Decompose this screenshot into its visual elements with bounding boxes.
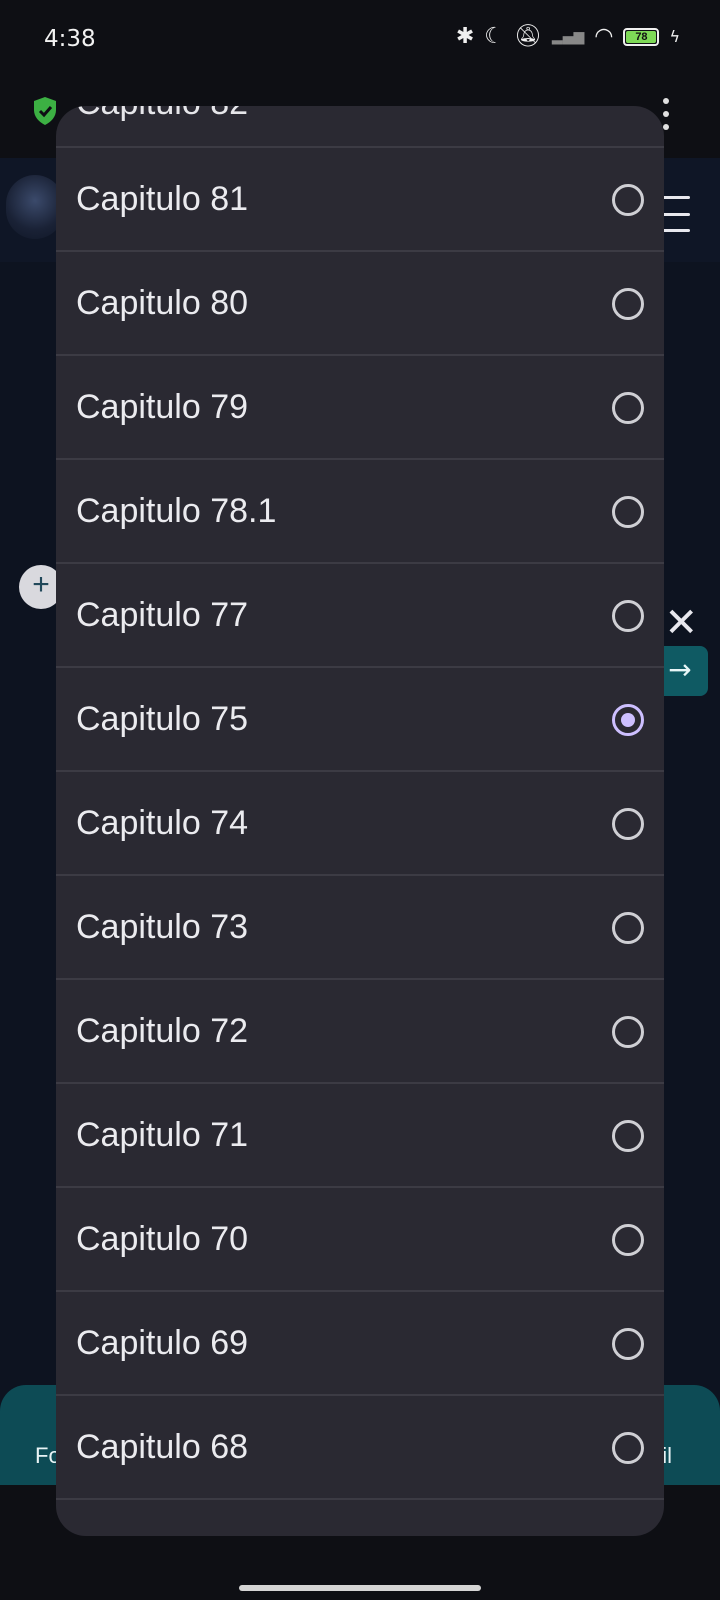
- close-icon[interactable]: ✕: [664, 600, 698, 646]
- home-indicator[interactable]: [239, 1585, 481, 1591]
- chapter-label: Capitulo 75: [76, 699, 249, 738]
- radio-selected-icon[interactable]: [612, 704, 644, 736]
- radio-icon[interactable]: [612, 1432, 644, 1464]
- chapter-select-dialog: Capitulo 82 Capitulo 81Capitulo 80Capitu…: [56, 106, 664, 1536]
- status-icons: ✱ ☾ 🔕︎ ▂▄▆ ◠ 78 ϟ: [456, 26, 680, 48]
- chapter-label: Capitulo 72: [76, 1011, 249, 1050]
- chapter-option[interactable]: Capitulo 78.1: [56, 460, 664, 564]
- chapter-label: Capitulo 71: [76, 1115, 249, 1154]
- chapter-option[interactable]: Capitulo 72: [56, 980, 664, 1084]
- battery-icon: 78: [623, 28, 660, 46]
- wifi-icon: ◠: [594, 24, 614, 49]
- radio-icon[interactable]: [612, 184, 644, 216]
- silent-icon: 🔕︎: [513, 24, 542, 49]
- chapter-option[interactable]: Capitulo 70: [56, 1188, 664, 1292]
- chapter-item-partial[interactable]: Capitulo 82: [76, 106, 248, 123]
- chapter-option[interactable]: Capitulo 75: [56, 668, 664, 772]
- radio-icon[interactable]: [612, 912, 644, 944]
- chapter-option[interactable]: Capitulo 73: [56, 876, 664, 980]
- radio-icon[interactable]: [612, 496, 644, 528]
- radio-icon[interactable]: [612, 1224, 644, 1256]
- chapter-label: Capitulo 80: [76, 283, 249, 322]
- chapter-option[interactable]: Capitulo 71: [56, 1084, 664, 1188]
- chapter-label: Capitulo 77: [76, 595, 249, 634]
- status-bar: 4:38 ✱ ☾ 🔕︎ ▂▄▆ ◠ 78 ϟ: [0, 0, 720, 78]
- signal-icon: ▂▄▆: [551, 29, 585, 45]
- chapter-label: Capitulo 69: [76, 1323, 249, 1362]
- bluetooth-icon: ✱: [455, 24, 475, 49]
- chapter-option[interactable]: Capitulo 80: [56, 252, 664, 356]
- battery-level: 78: [626, 31, 657, 43]
- browser-menu-icon[interactable]: [662, 98, 670, 130]
- radio-icon[interactable]: [612, 1016, 644, 1048]
- status-time: 4:38: [44, 26, 96, 52]
- radio-icon[interactable]: [612, 288, 644, 320]
- chapter-option[interactable]: Capitulo 68: [56, 1396, 664, 1500]
- screen: 4:38 ✱ ☾ 🔕︎ ▂▄▆ ◠ 78 ϟ + ✕ → Fo rfil: [0, 0, 720, 1600]
- chapter-option[interactable]: Capitulo 77: [56, 564, 664, 668]
- shield-icon: [34, 97, 56, 125]
- chapter-label: Capitulo 70: [76, 1219, 249, 1258]
- radio-icon[interactable]: [612, 1328, 644, 1360]
- radio-icon[interactable]: [612, 600, 644, 632]
- chapter-option[interactable]: Capitulo 79: [56, 356, 664, 460]
- chapter-label: Capitulo 81: [76, 179, 249, 218]
- chapter-label: Capitulo 74: [76, 803, 249, 842]
- radio-icon[interactable]: [612, 392, 644, 424]
- chapter-list: Capitulo 81 Capitulo 80 Capitulo 79 Capitul…: [56, 148, 664, 1500]
- chapter-option[interactable]: Capitulo 81: [56, 148, 664, 252]
- chapter-label: Capitulo 79: [76, 387, 249, 426]
- chapter-label: Capitulo 68: [76, 1427, 249, 1466]
- chapter-option[interactable]: Capitulo 69: [56, 1292, 664, 1396]
- charging-icon: ϟ: [669, 27, 680, 46]
- radio-icon[interactable]: [612, 808, 644, 840]
- chapter-option[interactable]: Capitulo 74: [56, 772, 664, 876]
- radio-icon[interactable]: [612, 1120, 644, 1152]
- moon-icon: ☾: [484, 24, 504, 49]
- chapter-label: Capitulo 78.1: [76, 491, 277, 530]
- chapter-label: Capitulo 73: [76, 907, 249, 946]
